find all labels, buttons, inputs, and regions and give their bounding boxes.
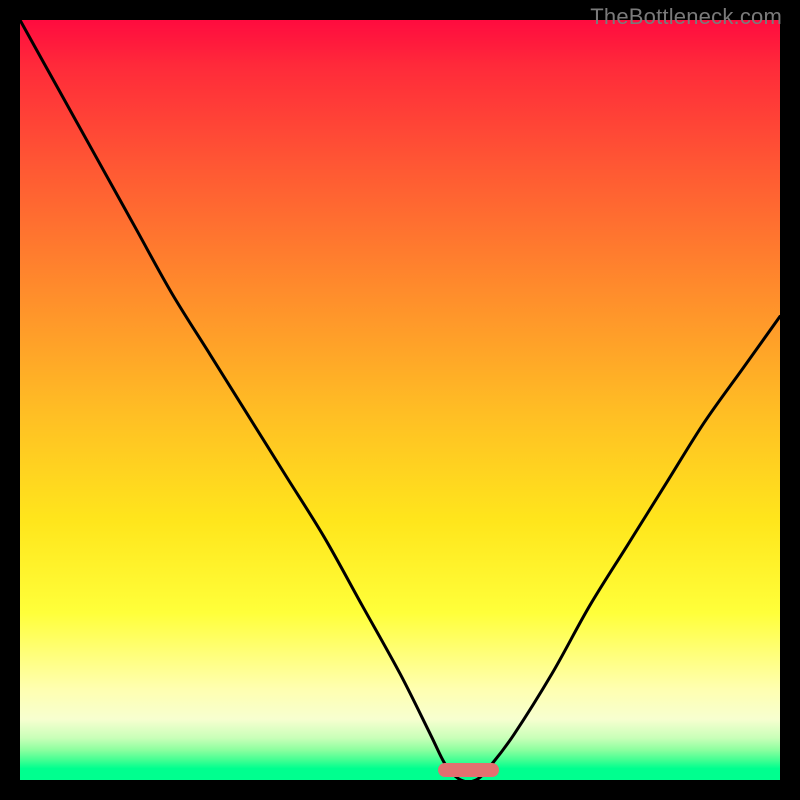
plot-area	[20, 20, 780, 780]
optimal-range-marker	[438, 763, 499, 777]
chart-frame: TheBottleneck.com	[0, 0, 800, 800]
watermark-text: TheBottleneck.com	[590, 4, 782, 30]
bottleneck-curve	[20, 20, 780, 780]
curve-path	[20, 20, 780, 780]
